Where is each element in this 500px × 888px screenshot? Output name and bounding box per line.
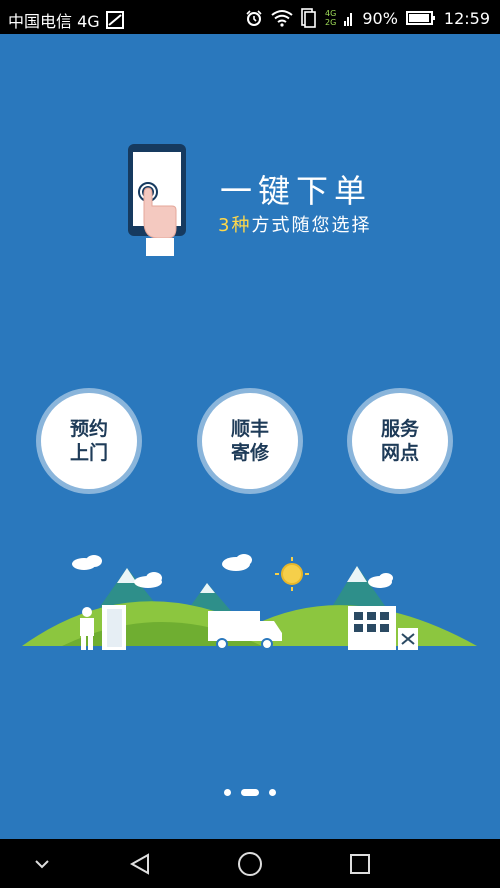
phone-tap-illustration [128, 144, 186, 256]
sf-mail-repair-label: 顺丰 寄修 [230, 418, 269, 464]
wifi-icon [271, 10, 293, 27]
reservation-onsite-label: 预约 上门 [69, 418, 108, 464]
page-dot-3[interactable] [269, 788, 276, 796]
back-button[interactable] [110, 839, 170, 888]
carrier-label: 中国电信 4G [8, 12, 100, 31]
hero-title: 一键下单 [220, 172, 373, 210]
signal-strength-icon [344, 13, 353, 26]
system-navigation-bar [0, 839, 500, 888]
hide-nav-button[interactable] [12, 839, 72, 888]
home-icon [238, 851, 262, 876]
sf-mail-repair-button[interactable]: 顺丰 寄修 [202, 393, 298, 489]
clock: 12:59 [443, 8, 490, 28]
home-button[interactable] [220, 839, 280, 888]
alarm-icon [246, 10, 262, 26]
status-bar: 中国电信 4G 4G 2G 90% 12:59 [0, 0, 500, 34]
network-type-indicator: 4G 2G [325, 9, 336, 27]
back-icon [129, 852, 149, 875]
landscape-illustration [22, 554, 477, 650]
hero-subtitle-number: 3种 [218, 215, 252, 236]
hero-subtitle: 3种方式随您选择 [218, 211, 371, 237]
service-outlets-button[interactable]: 服务 网点 [352, 393, 448, 489]
page-dot-1[interactable] [224, 788, 231, 796]
recents-icon [350, 853, 370, 874]
hero-subtitle-text: 方式随您选择 [251, 215, 372, 236]
battery-percent: 90% [362, 8, 398, 28]
page-indicator [0, 785, 500, 799]
page-dot-2-active[interactable] [241, 788, 259, 796]
dual-sim-icon [301, 8, 316, 28]
service-outlets-label: 服务 网点 [380, 418, 419, 464]
recents-button[interactable] [330, 839, 390, 888]
reservation-onsite-button[interactable]: 预约 上门 [41, 393, 137, 489]
gallery-notification-icon [105, 11, 124, 29]
battery-icon [405, 11, 435, 25]
network-type-2g: 2G [325, 18, 337, 27]
network-type-4g: 4G [325, 9, 337, 18]
chevron-down-icon [35, 859, 49, 868]
